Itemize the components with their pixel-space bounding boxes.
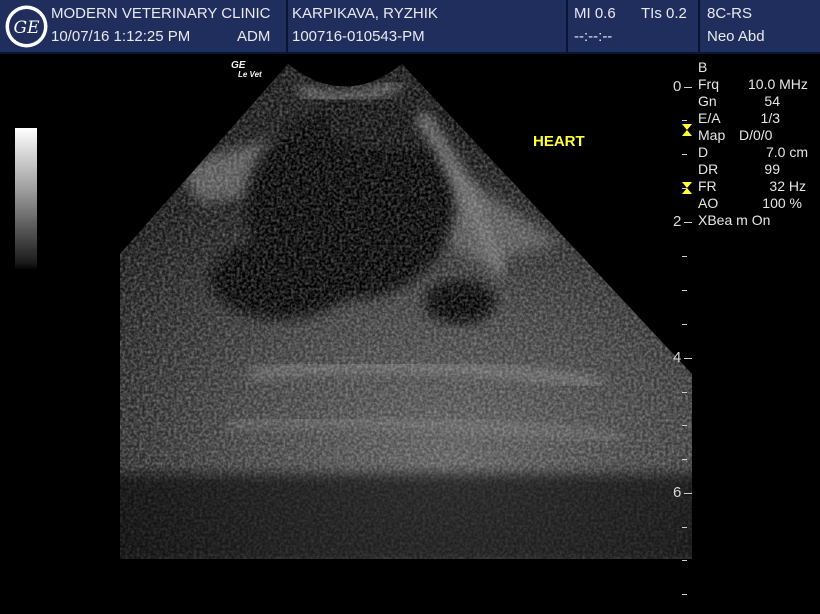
param-fr-value: 32 Hz bbox=[769, 178, 806, 194]
param-frq-value: 10.0 MHz bbox=[748, 76, 808, 92]
depth-label-0: 0 bbox=[673, 78, 682, 95]
depth-label-2: 2 bbox=[673, 213, 682, 230]
param-depth-label: D bbox=[698, 144, 709, 160]
depth-tick bbox=[682, 459, 687, 460]
imaging-mode: B bbox=[698, 59, 708, 75]
exam-datetime: 10/07/16 1:12:25 PM bbox=[51, 28, 191, 45]
param-frq-label: Frq bbox=[698, 76, 719, 92]
depth-tick bbox=[682, 120, 687, 121]
exam-timer: --:--:-- bbox=[574, 28, 613, 45]
ultrasound-image bbox=[120, 54, 692, 559]
depth-tick bbox=[684, 493, 692, 494]
ge-logo-icon: GE bbox=[5, 5, 48, 48]
grayscale-bar bbox=[15, 128, 37, 270]
depth-label-4: 4 bbox=[673, 349, 682, 366]
probe-name: 8C-RS bbox=[707, 5, 753, 22]
depth-tick bbox=[682, 527, 687, 528]
param-ea-label: E/A bbox=[698, 110, 721, 126]
depth-label-6: 6 bbox=[673, 484, 682, 501]
param-gn-label: Gn bbox=[698, 93, 717, 109]
info-header: GE MODERN VETERINARY CLINIC 10/07/16 1:1… bbox=[0, 0, 820, 54]
depth-tick bbox=[684, 358, 692, 359]
mechanical-index: MI 0.6 bbox=[574, 5, 616, 22]
param-fr-label: FR bbox=[698, 178, 717, 194]
depth-tick bbox=[682, 594, 687, 595]
depth-tick bbox=[684, 222, 692, 223]
exam-id: 100716-010543-PM bbox=[292, 28, 425, 45]
depth-tick bbox=[682, 188, 687, 189]
annotation-heart: HEART bbox=[533, 133, 585, 150]
thermal-index: TIs 0.2 bbox=[641, 5, 687, 22]
exam-preset: Neo Abd bbox=[707, 28, 765, 45]
svg-text:GE: GE bbox=[14, 18, 41, 38]
param-ao-value: 100 % bbox=[762, 195, 802, 211]
param-xbeam-label: XBea m On bbox=[698, 212, 771, 228]
depth-tick bbox=[682, 425, 687, 426]
depth-tick bbox=[682, 560, 687, 561]
depth-tick bbox=[682, 256, 687, 257]
param-depth-value: 7.0 cm bbox=[765, 144, 808, 160]
depth-tick bbox=[682, 154, 687, 155]
param-dr-value: 99 bbox=[764, 161, 780, 177]
param-map-value: D/0/0 bbox=[739, 127, 773, 143]
patient-name: KARPIKAVA, RYZHIK bbox=[292, 5, 438, 22]
param-ao-label: AO bbox=[698, 195, 719, 211]
param-dr-label: DR bbox=[698, 161, 719, 177]
depth-tick bbox=[682, 392, 687, 393]
brand-levet-label: Le Vet bbox=[238, 70, 262, 79]
param-map-label: Map bbox=[698, 127, 726, 143]
clinic-name: MODERN VETERINARY CLINIC bbox=[51, 5, 271, 22]
param-ea-value: 1/3 bbox=[760, 110, 780, 126]
operator-id: ADM bbox=[237, 28, 271, 45]
depth-tick bbox=[682, 324, 687, 325]
depth-tick bbox=[682, 290, 687, 291]
depth-tick bbox=[684, 87, 692, 88]
focus-marker-icon bbox=[682, 124, 692, 136]
param-gn-value: 54 bbox=[764, 93, 780, 109]
